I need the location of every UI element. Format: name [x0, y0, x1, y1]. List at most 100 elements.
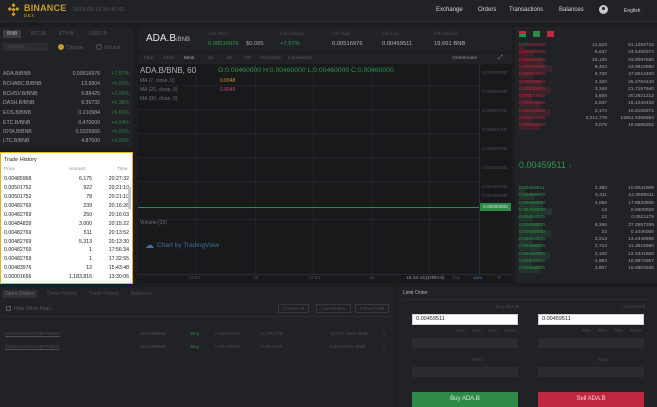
- bid-row[interactable]: 0.00458000 3,100 12.3441800: [519, 251, 655, 259]
- buy-button[interactable]: Buy ADA.B: [412, 392, 518, 407]
- table-row: 0.00482769 511 20:13:52: [4, 230, 129, 236]
- buy-pct-25[interactable]: 25%: [456, 328, 465, 333]
- ask-row[interactable]: 0.00520000 3,075 16.5596202: [519, 123, 655, 131]
- tab-balances[interactable]: Balances: [128, 290, 155, 298]
- sell-price-input[interactable]: 0.00459511: [538, 314, 644, 325]
- tab-order-history[interactable]: Order History: [44, 290, 80, 298]
- chart-tool-1d[interactable]: 1D: [226, 56, 232, 62]
- ask-row[interactable]: 0.00520000 4,320 26.4784440: [519, 79, 655, 87]
- fullscreen-icon[interactable]: ⤢: [498, 55, 503, 61]
- chart-settings-icon[interactable]: ⚙: [497, 276, 501, 281]
- grid-line: [138, 133, 479, 134]
- bid-row[interactable]: 0.00458000 13 0.0600920: [519, 207, 655, 215]
- chart-tool-indicators[interactable]: Indicators: [260, 56, 281, 62]
- nav-transactions[interactable]: Transactions: [509, 7, 543, 13]
- table-row: 0.00483976 12 15:43:48: [4, 265, 129, 271]
- chart-tool-1w[interactable]: 1W: [244, 56, 251, 62]
- orderbooks-toggle[interactable]: Orderbooks: [452, 56, 477, 62]
- indicator-ma25[interactable]: MA (25, close, 0): [140, 87, 178, 93]
- auto-toggle[interactable]: auto: [473, 276, 482, 281]
- ask-row[interactable]: 0.00520000 2,937 16.1234436: [519, 101, 655, 109]
- buy-pct-100[interactable]: 100%: [504, 328, 516, 333]
- nav-balances[interactable]: Balances: [559, 7, 584, 13]
- table-row: 0.00001656 1,183,816 13:30:06: [4, 274, 129, 280]
- cancel-order-icon[interactable]: x: [383, 345, 385, 350]
- buy-pct-50[interactable]: 50%: [472, 328, 481, 333]
- checkbox-icon[interactable]: [6, 306, 11, 311]
- list-item[interactable]: LTC.B/BNB 4.87000 +3.00%: [3, 138, 129, 148]
- sell-pct-75[interactable]: 75%: [614, 328, 623, 333]
- sell-button[interactable]: Sell ADA.B: [538, 392, 644, 407]
- y-axis[interactable]: 0.00600000 0.00580000 0.00560000 0.00540…: [479, 64, 512, 274]
- nav-orders[interactable]: Orders: [478, 7, 496, 13]
- chart-tool-time[interactable]: Time: [143, 56, 153, 62]
- table-row: 0.00482769 1 17:56:34: [4, 247, 129, 253]
- volume-indicator[interactable]: Volume (20): [140, 220, 167, 226]
- bid-row[interactable]: 0.00458000 2,714 11.3615960: [519, 244, 655, 252]
- trade-history-scrollbar[interactable]: [128, 187, 131, 209]
- ask-row[interactable]: 0.00520000 16,125 93.9097560: [519, 57, 655, 65]
- chart-tool-1min[interactable]: 1min: [163, 56, 173, 62]
- radio-volume[interactable]: Volume: [96, 44, 121, 51]
- bid-row[interactable]: 0.00458000 3,907 16.6903936: [519, 266, 655, 274]
- orderbook-asks-icon[interactable]: [547, 31, 554, 37]
- list-item[interactable]: ADA.B/BNB 0.00516976 +7.57%: [3, 71, 129, 81]
- cancel-order-icon[interactable]: x: [383, 332, 385, 337]
- tab-open-orders[interactable]: Open Orders: [2, 290, 37, 298]
- user-icon[interactable]: [599, 5, 608, 14]
- orderbook-view-toggle[interactable]: [519, 31, 569, 37]
- sell-pct-25[interactable]: 25%: [582, 328, 591, 333]
- sell-pct-100[interactable]: 100%: [630, 328, 642, 333]
- cancel-sell-button[interactable]: Cancel Sell: [355, 304, 390, 313]
- log-toggle[interactable]: log: [453, 276, 459, 281]
- ask-row[interactable]: 0.00520000 3,174 16.8109372: [519, 108, 655, 116]
- ask-row[interactable]: 0.00520000 6,637 34.5400374: [519, 50, 655, 58]
- radio-change[interactable]: Change: [58, 44, 84, 51]
- list-item[interactable]: BCHABC.B/BNB 13.6804 +5.01%: [3, 81, 129, 91]
- order-book: 0.00520000 11,618 61.1292716 0.00520000 6,63…: [515, 27, 657, 283]
- tab-trade-history[interactable]: Trade History: [86, 290, 122, 298]
- buy-price-input[interactable]: 0.00459511: [412, 314, 518, 325]
- buy-form-label: Buy ADA.B: [496, 304, 519, 309]
- chart-tool-candlestick[interactable]: Candlestick: [288, 56, 313, 62]
- cancel-buy-button[interactable]: Cancel Buy: [316, 304, 351, 313]
- bid-row[interactable]: 0.00458000 6,366 27.2957288: [519, 222, 655, 230]
- ask-row[interactable]: 0.00520000 3,348 21.7167640: [519, 86, 655, 94]
- bid-row[interactable]: 0.00458000 12 0.0521179: [519, 215, 655, 223]
- price-chart[interactable]: Time 1min 5min 1h 1D 1W Indicators Candl…: [138, 54, 512, 283]
- orderbook-bids-icon[interactable]: [533, 31, 540, 37]
- list-item[interactable]: DASH.B/BNB 9.36732 +6.38%: [3, 100, 129, 110]
- tab-usdt[interactable]: USDT.B: [85, 30, 111, 38]
- indicator-ma99[interactable]: MA (99, close, 0): [140, 96, 178, 102]
- tab-eth[interactable]: ETH.B: [55, 30, 78, 38]
- bid-row[interactable]: 0.00459000 5,311 24.3608611: [519, 193, 655, 201]
- chart-legend-pair: ADA.B/BNB, 60: [140, 66, 197, 75]
- tab-bnb[interactable]: BNB: [3, 30, 22, 38]
- table-row: 0.00501752 78 20:21:10: [4, 194, 129, 200]
- current-price-line: [138, 207, 479, 208]
- bid-row[interactable]: 0.00458000 23 0.1046000: [519, 229, 655, 237]
- sell-pct-50[interactable]: 50%: [598, 328, 607, 333]
- list-item[interactable]: EOS.B/BNB 0.210984 +5.60%: [3, 110, 129, 120]
- tradingview-brand[interactable]: ☁ Chart by TradingView: [145, 240, 219, 251]
- buy-amount-input[interactable]: [412, 338, 518, 348]
- table-row: 0.00482769 250 20:16:03: [4, 212, 129, 218]
- sell-amount-input[interactable]: [538, 338, 644, 348]
- col-price: Price: [4, 167, 15, 172]
- chart-tool-5min[interactable]: 5min: [184, 56, 194, 62]
- indicator-ma7[interactable]: MA (7, close, 0): [140, 78, 175, 84]
- pair-search-input[interactable]: Search...: [3, 43, 48, 51]
- ask-row[interactable]: 0.00520000 6,720 47.8014400: [519, 72, 655, 80]
- language-select[interactable]: English: [624, 8, 640, 14]
- tab-btc[interactable]: BTC.B: [27, 30, 50, 38]
- chart-tool-1h[interactable]: 1h: [208, 56, 213, 62]
- ask-row[interactable]: 0.00520000 8,454 43.9910880: [519, 64, 655, 72]
- cancel-all-button[interactable]: Cancel All: [278, 304, 310, 313]
- hide-other-pairs-checkbox[interactable]: Hide Other Pairs: [6, 306, 51, 312]
- x-tick: 19: [369, 276, 375, 281]
- buy-pct-75[interactable]: 75%: [488, 328, 497, 333]
- bid-row[interactable]: 0.00458000 4,066 17.8820926: [519, 200, 655, 208]
- nav-exchange[interactable]: Exchange: [436, 7, 463, 13]
- orderbook-both-icon[interactable]: [519, 31, 526, 37]
- percent-toggle[interactable]: %: [435, 276, 439, 281]
